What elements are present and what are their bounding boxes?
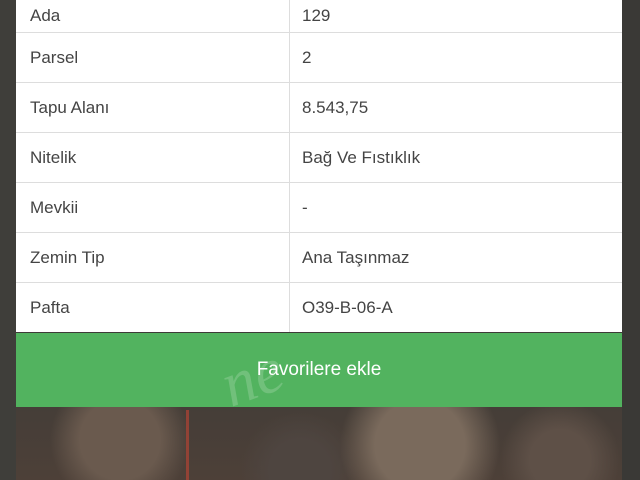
map-edge-right <box>622 0 640 480</box>
detail-value: 2 <box>302 47 312 67</box>
detail-label: Ada <box>16 0 290 32</box>
detail-label: Tapu Alanı <box>16 83 290 132</box>
detail-value: Ana Taşınmaz <box>302 247 410 267</box>
map-edge-left <box>0 0 16 480</box>
detail-label: Zemin Tip <box>16 233 290 282</box>
detail-value: O39-B-06-A <box>302 297 393 317</box>
detail-label: Pafta <box>16 283 290 332</box>
detail-value: 8.543,75 <box>302 97 369 117</box>
detail-value: Bağ Ve Fıstıklık <box>302 147 421 167</box>
add-to-favorites-button[interactable]: Favorilere ekle <box>16 333 622 407</box>
detail-value: 129 <box>302 6 331 25</box>
detail-label: Nitelik <box>16 133 290 182</box>
detail-row-pafta: Pafta O39-B-06-A <box>16 283 622 332</box>
detail-value: - <box>302 197 308 217</box>
detail-label: Parsel <box>16 33 290 82</box>
parcel-details-table: Ada 129 Parsel 2 Tapu Alanı 8.543,75 Nit… <box>16 0 622 332</box>
detail-row-tapu-alani: Tapu Alanı 8.543,75 <box>16 83 622 133</box>
detail-row-mevkii: Mevkii - <box>16 183 622 233</box>
map-road <box>186 410 189 480</box>
detail-row-zemin-tip: Zemin Tip Ana Taşınmaz <box>16 233 622 283</box>
detail-row-nitelik: Nitelik Bağ Ve Fıstıklık <box>16 133 622 183</box>
detail-row-parsel: Parsel 2 <box>16 33 622 83</box>
add-to-favorites-label: Favorilere ekle <box>256 359 382 380</box>
detail-label: Mevkii <box>16 183 290 232</box>
detail-row-ada: Ada 129 <box>16 0 622 33</box>
